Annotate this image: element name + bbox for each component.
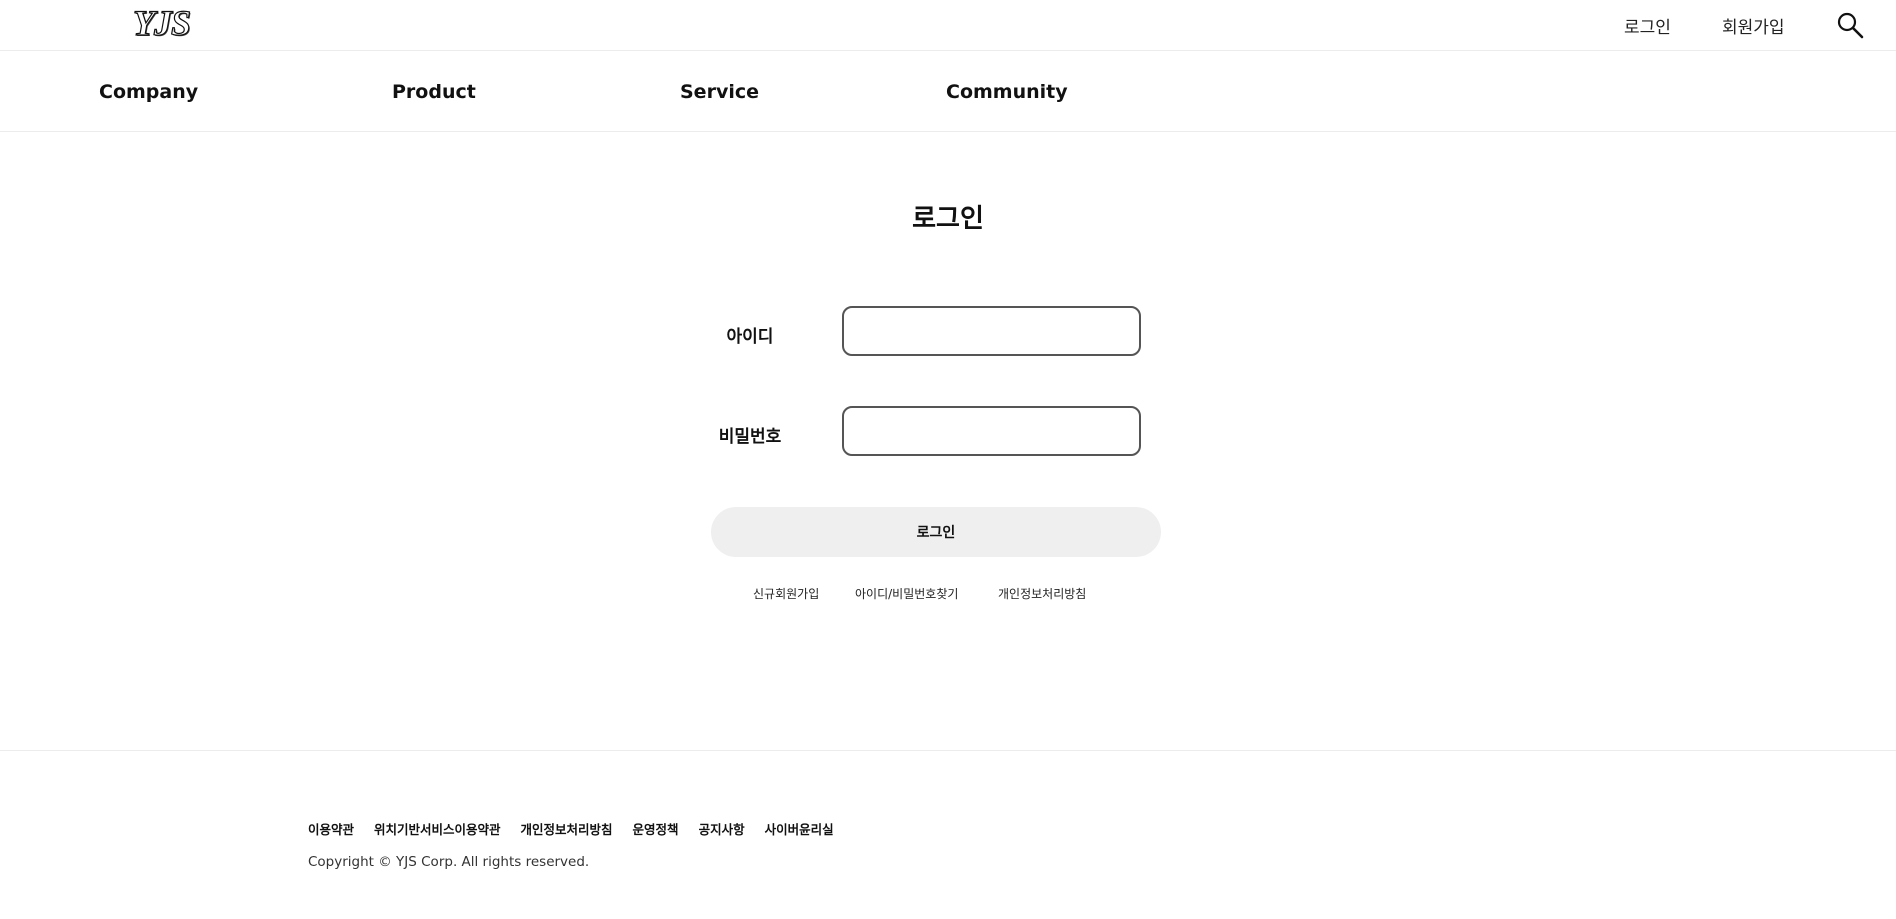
nav-item-company[interactable]: Company (99, 81, 198, 103)
logo[interactable]: YJS (132, 2, 191, 44)
search-icon[interactable] (1836, 11, 1864, 39)
page-title: 로그인 (912, 204, 984, 234)
password-input[interactable] (842, 406, 1141, 456)
nav-item-service[interactable]: Service (680, 81, 759, 103)
login-button[interactable]: 로그인 (711, 507, 1161, 557)
footer-link-policy[interactable]: 운영정책 (633, 819, 679, 838)
copyright: Copyright © YJS Corp. All rights reserve… (308, 854, 590, 870)
footer-link-terms[interactable]: 이용약관 (308, 819, 354, 838)
nav-item-product[interactable]: Product (392, 81, 476, 103)
nav-item-community[interactable]: Community (946, 81, 1068, 103)
footer-link-notice[interactable]: 공지사항 (699, 819, 745, 838)
find-account-link[interactable]: 아이디/비밀번호찾기 (855, 585, 958, 602)
footer-link-privacy[interactable]: 개인정보처리방침 (521, 819, 613, 838)
footer-link-cyber-ethics[interactable]: 사이버윤리실 (765, 819, 834, 838)
privacy-policy-link[interactable]: 개인정보처리방침 (998, 585, 1086, 602)
top-bar: YJS 로그인 회원가입 (0, 0, 1896, 51)
header-login-link[interactable]: 로그인 (1624, 13, 1671, 38)
signup-link[interactable]: 신규회원가입 (753, 585, 819, 602)
main-nav: Company Product Service Community (0, 51, 1896, 132)
id-label: 아이디 (726, 327, 774, 347)
id-input[interactable] (842, 306, 1141, 356)
password-label: 비밀번호 (718, 427, 782, 447)
footer: 이용약관 위치기반서비스이용약관 개인정보처리방침 운영정책 공지사항 사이버윤… (0, 750, 1896, 919)
footer-links: 이용약관 위치기반서비스이용약관 개인정보처리방침 운영정책 공지사항 사이버윤… (308, 819, 834, 838)
header-join-link[interactable]: 회원가입 (1722, 13, 1785, 38)
footer-link-location-terms[interactable]: 위치기반서비스이용약관 (374, 819, 501, 838)
